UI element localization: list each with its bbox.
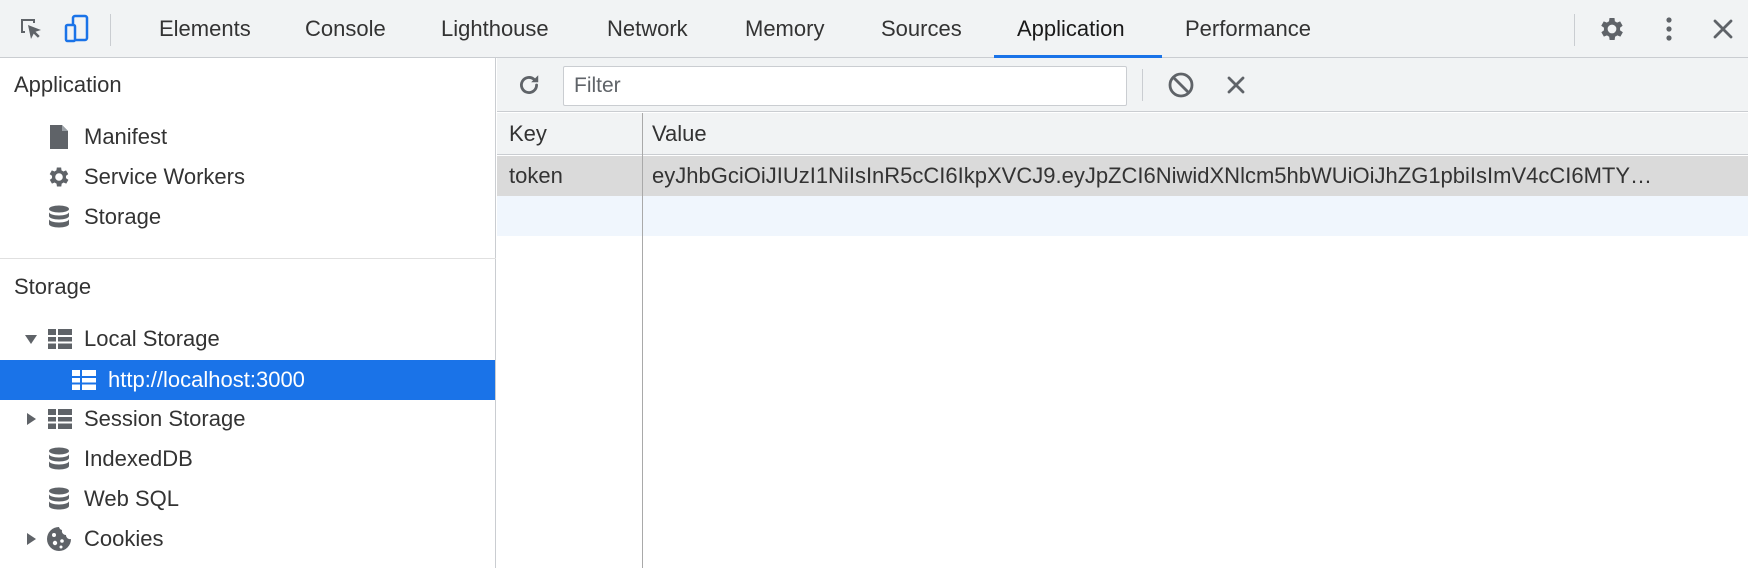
sidebar: Application Manifest Service Workers Sto… bbox=[0, 58, 496, 568]
sidebar-item-label: http://localhost:3000 bbox=[108, 367, 305, 392]
sidebar-item-label: Manifest bbox=[84, 124, 168, 149]
tab-console[interactable]: Console bbox=[305, 0, 386, 58]
filter-toolbar bbox=[497, 58, 1748, 112]
cookie-icon bbox=[46, 526, 72, 552]
tab-lighthouse[interactable]: Lighthouse bbox=[441, 0, 549, 58]
sidebar-item-session-storage[interactable]: Session Storage bbox=[0, 399, 495, 439]
sidebar-item-label: Session Storage bbox=[84, 406, 246, 431]
toolbar-divider bbox=[110, 14, 111, 46]
section-title-application: Application bbox=[14, 72, 122, 97]
sidebar-item-label: IndexedDB bbox=[84, 446, 193, 471]
document-icon bbox=[46, 124, 72, 150]
table-header: Key Value bbox=[497, 113, 1748, 155]
sidebar-item-local-storage[interactable]: Local Storage bbox=[0, 319, 495, 359]
tab-application[interactable]: Application bbox=[1017, 0, 1125, 58]
tab-sources[interactable]: Sources bbox=[881, 0, 962, 58]
sidebar-item-web-sql[interactable]: Web SQL bbox=[0, 479, 495, 519]
database-icon bbox=[46, 204, 72, 230]
storage-panel: Key Value token eyJhbGciOiJIUzI1NiIsInR5… bbox=[497, 58, 1748, 568]
column-header-value[interactable]: Value bbox=[652, 113, 707, 155]
sidebar-item-label: Storage bbox=[84, 204, 162, 229]
sidebar-item-label: Web SQL bbox=[84, 486, 179, 511]
sidebar-item-label: Local Storage bbox=[84, 326, 220, 351]
block-icon[interactable] bbox=[1164, 58, 1198, 112]
table-icon bbox=[47, 406, 73, 432]
close-icon[interactable] bbox=[1219, 58, 1253, 112]
tab-network[interactable]: Network bbox=[607, 0, 688, 58]
table-row[interactable]: token eyJhbGciOiJIUzI1NiIsInR5cCI6IkpXVC… bbox=[497, 156, 1748, 196]
devtools-toolbar: Elements Console Lighthouse Network Memo… bbox=[0, 0, 1748, 58]
gear-icon bbox=[46, 164, 72, 190]
toolbar-divider bbox=[1574, 14, 1575, 46]
column-header-key[interactable]: Key bbox=[509, 113, 547, 155]
refresh-icon[interactable] bbox=[513, 58, 545, 112]
table-row-empty[interactable] bbox=[497, 196, 1748, 236]
cell-key: token bbox=[509, 163, 563, 188]
cell-value: eyJhbGciOiJIUzI1NiIsInR5cCI6IkpXVCJ9.eyJ… bbox=[652, 163, 1653, 188]
column-divider[interactable] bbox=[642, 113, 643, 568]
tab-performance[interactable]: Performance bbox=[1185, 0, 1311, 58]
sidebar-item-cookies[interactable]: Cookies bbox=[0, 519, 495, 559]
sidebar-item-localhost-origin[interactable]: http://localhost:3000 bbox=[0, 360, 495, 400]
sidebar-item-indexeddb[interactable]: IndexedDB bbox=[0, 439, 495, 479]
expand-arrow-right-icon[interactable] bbox=[23, 411, 39, 427]
kebab-menu-icon[interactable] bbox=[1652, 0, 1686, 58]
table-icon bbox=[71, 367, 97, 393]
storage-table: Key Value token eyJhbGciOiJIUzI1NiIsInR5… bbox=[497, 113, 1748, 568]
expand-arrow-down-icon[interactable] bbox=[23, 331, 39, 347]
database-icon bbox=[46, 446, 72, 472]
sidebar-item-storage-overview[interactable]: Storage bbox=[0, 197, 495, 237]
sidebar-item-manifest[interactable]: Manifest bbox=[0, 117, 495, 157]
close-icon[interactable] bbox=[1706, 0, 1740, 58]
sidebar-item-service-workers[interactable]: Service Workers bbox=[0, 157, 495, 197]
gear-icon[interactable] bbox=[1595, 0, 1629, 58]
filter-input[interactable] bbox=[563, 66, 1127, 106]
filter-divider bbox=[1142, 69, 1143, 101]
section-title-storage: Storage bbox=[14, 274, 92, 299]
table-icon bbox=[47, 326, 73, 352]
sidebar-item-label: Cookies bbox=[84, 526, 164, 551]
sidebar-item-label: Service Workers bbox=[84, 164, 245, 189]
database-icon bbox=[46, 486, 72, 512]
expand-arrow-right-icon[interactable] bbox=[23, 531, 39, 547]
tab-memory[interactable]: Memory bbox=[745, 0, 824, 58]
device-toolbar-icon[interactable] bbox=[60, 0, 94, 58]
section-divider bbox=[0, 258, 496, 259]
tab-elements[interactable]: Elements bbox=[159, 0, 251, 58]
inspect-element-icon[interactable] bbox=[14, 0, 48, 58]
